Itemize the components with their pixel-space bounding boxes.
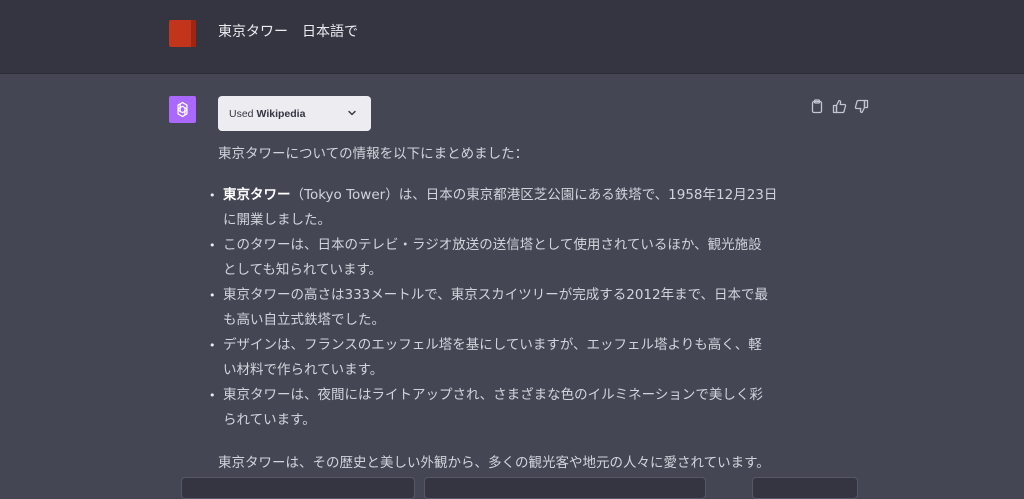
list-item-line: られています。 [223, 412, 316, 428]
openai-logo-icon [169, 96, 196, 123]
bullet-list: 東京タワー（Tokyo Tower）は、日本の東京都港区芝公園にある鉄塔で、19… [209, 183, 808, 433]
clipboard-icon[interactable] [809, 98, 825, 114]
bold-term: 東京タワー [223, 187, 291, 203]
list-item-line: 東京タワーの高さは333メートルで、東京スカイツリーが完成する2012年まで、日… [223, 287, 769, 303]
list-item-line: （Tokyo Tower）は、日本の東京都港区芝公園にある鉄塔で、1958年12… [290, 187, 778, 203]
message-intro: 東京タワーについての情報を以下にまとめました： [218, 146, 529, 162]
plugin-used-dropdown[interactable]: Used Wikipedia [218, 96, 371, 131]
message-outro: 東京タワーは、その歴史と美しい外観から、多くの観光客や地元の人々に愛されています… [218, 455, 770, 471]
plugin-used-label: Used [229, 107, 254, 120]
list-item-line: い材料で作られています。 [223, 362, 384, 378]
bottom-suggestion-button[interactable] [752, 477, 858, 499]
list-item-line: このタワーは、日本のテレビ・ラジオ放送の送信塔として使用されているほか、観光施設 [223, 237, 762, 253]
plugin-name: Wikipedia [256, 107, 306, 120]
list-item-line: 東京タワーは、夜間にはライトアップされ、さまざまな色のイルミネーションで美しく彩 [223, 387, 763, 403]
list-item-line: も高い自立式鉄塔でした。 [223, 312, 385, 328]
thumbs-down-icon[interactable] [853, 98, 869, 114]
chevron-down-icon [348, 110, 356, 116]
list-item: 東京タワーの高さは333メートルで、東京スカイツリーが完成する2012年まで、日… [209, 283, 808, 333]
list-item: 東京タワー（Tokyo Tower）は、日本の東京都港区芝公園にある鉄塔で、19… [209, 183, 808, 233]
thumbs-up-icon[interactable] [831, 98, 847, 114]
message-actions [809, 98, 869, 114]
list-item-line: デザインは、フランスのエッフェル塔を基にしていますが、エッフェル塔よりも高く、軽 [223, 337, 762, 353]
list-item-line: としても知られています。 [223, 262, 383, 278]
bottom-suggestion-button[interactable] [424, 477, 706, 499]
user-message-row: 東京タワー 日本語で [0, 0, 1024, 74]
list-item: 東京タワーは、夜間にはライトアップされ、さまざまな色のイルミネーションで美しく彩… [209, 383, 808, 433]
list-item-line: に開業しました。 [223, 212, 331, 228]
list-item: このタワーは、日本のテレビ・ラジオ放送の送信塔として使用されているほか、観光施設… [209, 233, 808, 283]
user-message-text: 東京タワー 日本語で [218, 24, 358, 40]
bottom-suggestion-button[interactable] [181, 477, 415, 499]
list-item: デザインは、フランスのエッフェル塔を基にしていますが、エッフェル塔よりも高く、軽… [209, 333, 808, 383]
user-avatar [169, 20, 196, 47]
assistant-message-body: 東京タワーについての情報を以下にまとめました： 東京タワー（Tokyo Towe… [209, 142, 808, 476]
